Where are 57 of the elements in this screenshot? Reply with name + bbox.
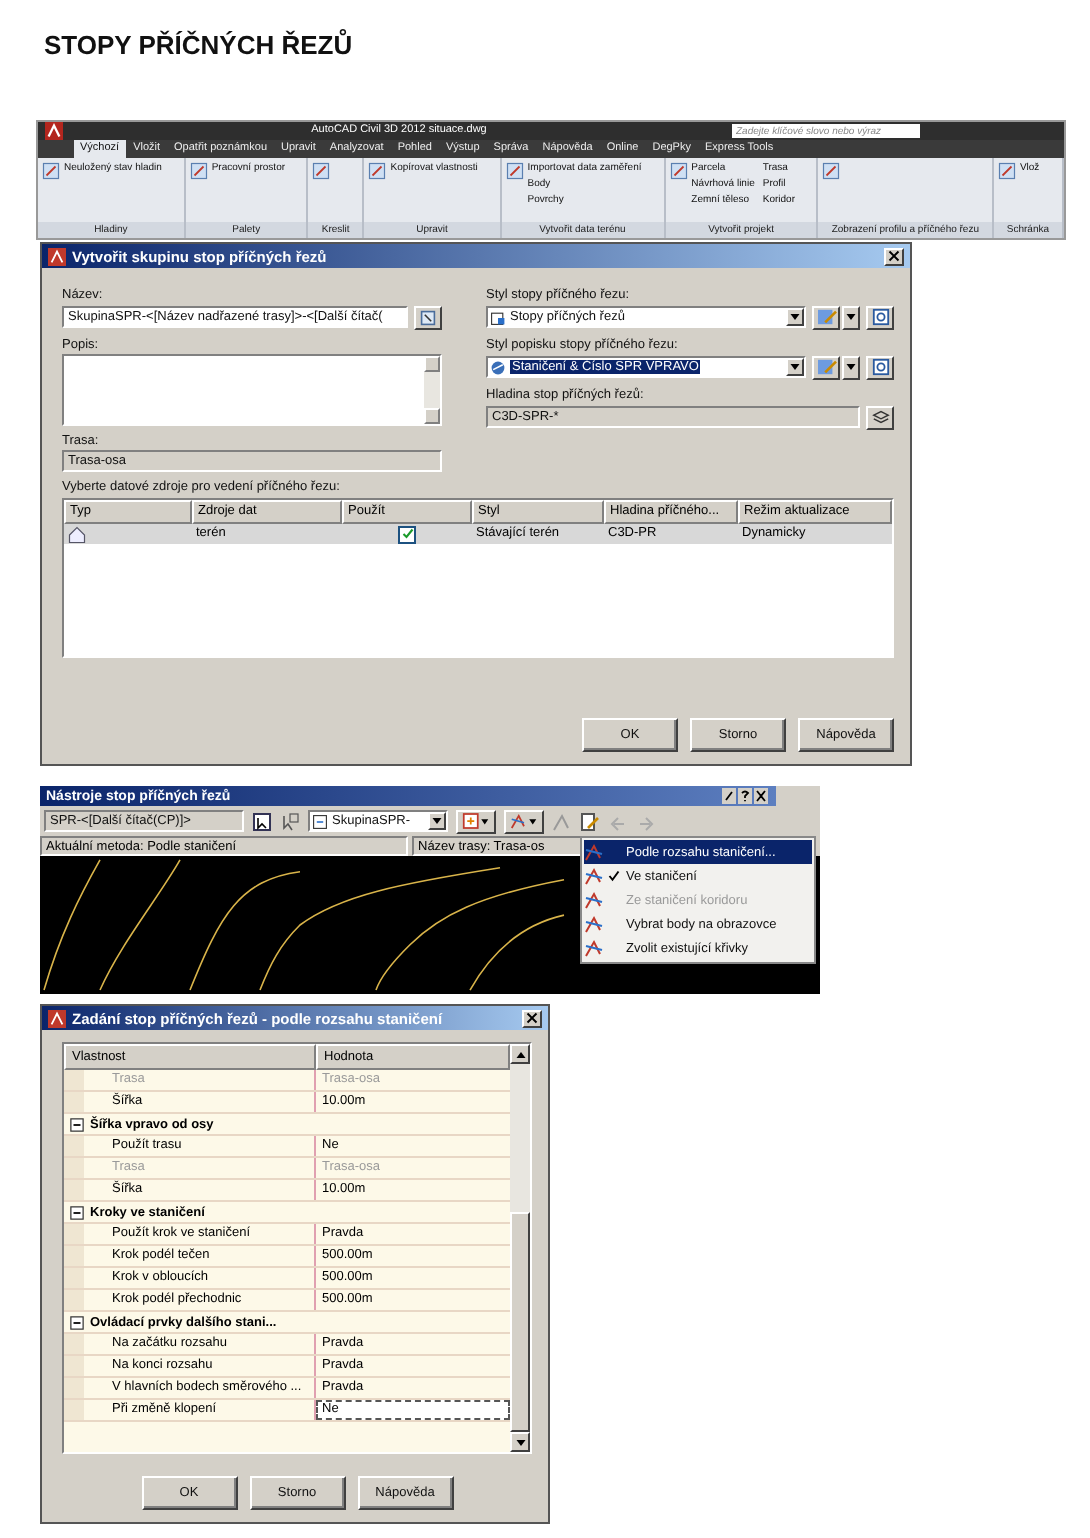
pencil-icon [815,308,837,326]
sample-line-icon [584,890,604,910]
edit-style-button[interactable] [812,305,840,329]
down-arrow-icon [515,1439,525,1445]
plus-caret-icon [462,812,490,830]
checkbox[interactable] [398,525,416,543]
caret-icon [846,364,856,370]
pencil-icon [815,358,837,376]
app-logo-icon [48,1009,66,1027]
line-caret-icon [510,812,538,830]
scroll-bar[interactable] [424,356,440,424]
sample-line-icon [584,938,604,958]
collapse-icon[interactable] [70,1315,84,1329]
description-field[interactable] [62,354,442,426]
pick-button[interactable] [414,305,442,329]
magnifier-icon [871,358,889,376]
label-style-icon [490,359,506,375]
tool-icon[interactable] [42,162,60,180]
tool-icon[interactable] [997,162,1016,180]
scroll-bar[interactable] [510,1044,530,1452]
caret-icon [846,314,856,320]
window-controls-icon[interactable] [722,788,770,804]
group-properties-button[interactable] [456,809,496,833]
tool-icon[interactable] [312,162,331,180]
page-heading: STOPY PŘÍČNÝCH ŘEZŮ [42,27,355,64]
tool-icon[interactable] [189,162,208,180]
sample-line-method-button[interactable] [504,809,544,833]
tool-icon[interactable] [669,162,688,180]
dropdown-button[interactable] [842,355,860,379]
sample-line-icon [584,866,604,886]
caret-icon [432,818,442,824]
tool-icon[interactable] [505,162,524,180]
style-icon [490,309,506,325]
sample-line-icon [584,914,604,934]
caret-icon [790,314,800,320]
close-button[interactable] [884,247,904,265]
magnifier-icon [871,308,889,326]
app-logo-icon[interactable] [42,122,66,140]
tool-icon[interactable] [368,162,387,180]
dropdown-button[interactable] [842,305,860,329]
group-icon [312,813,328,829]
close-button[interactable] [522,1009,542,1027]
tool-icon[interactable] [822,162,841,180]
layers-icon [871,408,889,426]
edit-style-button[interactable] [812,355,840,379]
collapse-icon[interactable] [70,1117,84,1131]
collapse-icon[interactable] [70,1205,84,1219]
close-icon [888,250,900,262]
edit-icon[interactable] [580,811,600,831]
up-arrow-icon [515,1051,525,1057]
sample-line-icon [584,842,604,862]
app-logo-icon [48,247,66,265]
close-icon [526,1012,538,1024]
preview-button[interactable] [866,305,894,329]
layer-button[interactable] [866,405,894,429]
preview-button[interactable] [866,355,894,379]
caret-icon [790,364,800,370]
